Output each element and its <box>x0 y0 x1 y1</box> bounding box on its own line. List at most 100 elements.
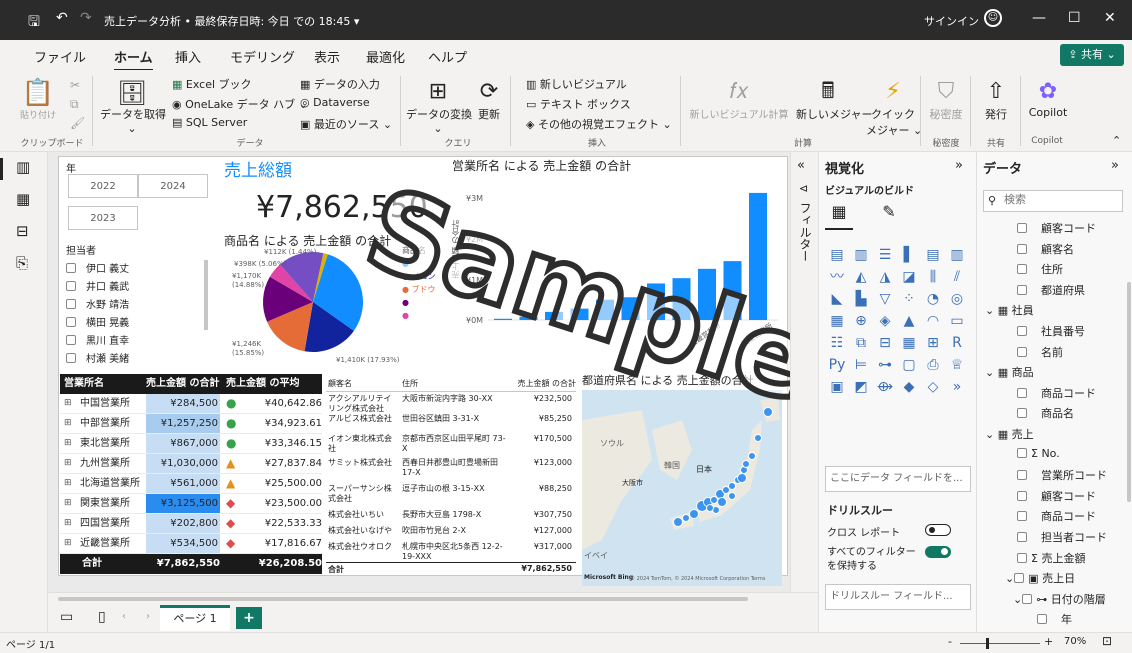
legend-item[interactable]: ● <box>402 296 436 309</box>
slicer-option[interactable]: 村瀬 美緒 <box>66 350 129 365</box>
bar-chart[interactable] <box>488 186 780 324</box>
checkbox[interactable] <box>66 263 76 273</box>
account-icon[interactable]: ☺ <box>984 9 1002 27</box>
bar[interactable] <box>698 268 716 320</box>
map-bubble[interactable] <box>748 452 756 460</box>
search-input[interactable] <box>1004 193 1118 206</box>
scrollbar[interactable] <box>204 260 208 330</box>
cross-report-toggle[interactable] <box>925 524 951 536</box>
expand-icon[interactable]: ⊞ <box>64 414 72 433</box>
filters-pane-collapsed[interactable]: « ⊲ フィルター <box>790 152 818 592</box>
maximize-button[interactable]: ☐ <box>1068 10 1081 26</box>
checkbox[interactable] <box>1017 243 1027 254</box>
expand-chevron-icon[interactable]: ⌄ <box>1013 593 1022 606</box>
azure-map-icon[interactable]: ▲ <box>897 310 921 332</box>
checkbox[interactable] <box>1017 408 1027 419</box>
slicer-tile[interactable]: 2023 <box>68 206 138 230</box>
checkbox[interactable] <box>66 317 76 327</box>
field-node[interactable]: 商品名 <box>1017 405 1074 421</box>
office-table[interactable]: 営業所名 売上金額 の合計 売上金額 の平均 ⊞ 中国営業所 ¥284,500 ● ¥4… <box>60 374 322 574</box>
r-visual-icon[interactable]: R <box>945 332 969 354</box>
checkbox[interactable] <box>1017 470 1027 481</box>
multirow-card-icon[interactable]: ☷ <box>825 332 849 354</box>
prev-page-icon[interactable]: ‹ <box>122 611 126 622</box>
table-row[interactable]: ⊞ 関東営業所 ¥3,125,500 ◆ ¥23,500.00 <box>60 494 322 514</box>
bar[interactable] <box>723 261 742 320</box>
undo-icon[interactable]: ↶ <box>56 10 68 26</box>
expand-icon[interactable]: ⊞ <box>64 494 72 513</box>
page-tab[interactable]: ページ 1 <box>160 605 230 631</box>
year-slicer[interactable]: 年 2022 2024 2023 <box>64 160 212 240</box>
column-header[interactable]: 売上金額 の合計 <box>146 374 219 393</box>
menu-optimize[interactable]: 最適化 <box>366 47 405 66</box>
table-row[interactable]: ⊞ 九州営業所 ¥1,030,000 ▲ ¥27,837.84 <box>60 454 322 474</box>
expand-icon[interactable]: ⊞ <box>64 474 72 493</box>
expand-icon[interactable]: ⊞ <box>64 394 72 413</box>
checkbox[interactable] <box>1017 387 1027 398</box>
share-button[interactable]: ⇪ 共有 ⌄ <box>1060 44 1124 66</box>
field-node[interactable]: 都道府県 <box>1017 282 1085 298</box>
column-header[interactable]: 住所 <box>402 378 418 389</box>
map-bubble[interactable] <box>689 509 699 519</box>
table-row[interactable]: ⊞ 北海道営業所 ¥561,000 ▲ ¥25,500.00 <box>60 474 322 494</box>
field-node[interactable]: Σ No. <box>1017 447 1060 460</box>
checkbox[interactable] <box>1017 346 1027 357</box>
field-node[interactable]: ⌄ ⊶ 日付の階層 <box>1013 591 1106 607</box>
map-bubble[interactable] <box>763 407 773 417</box>
signin-link[interactable]: サインイン <box>924 13 979 29</box>
bar[interactable] <box>596 299 614 320</box>
expand-chevron-icon[interactable]: ⌄ <box>985 304 998 317</box>
checkbox[interactable] <box>1037 614 1047 625</box>
format-visual-tab[interactable]: ✎ <box>875 202 903 230</box>
scrollbar[interactable] <box>1127 282 1131 502</box>
expand-icon[interactable]: ⊞ <box>64 534 72 553</box>
data-well-input[interactable]: ここにデータ フィールドを... <box>825 466 971 492</box>
checkbox[interactable] <box>1017 532 1027 542</box>
field-node[interactable]: 顧客コード <box>1017 220 1096 236</box>
legend-item[interactable]: ● メロン <box>402 270 436 283</box>
checkbox[interactable] <box>66 353 76 363</box>
expand-icon[interactable]: ⊞ <box>64 454 72 473</box>
checkbox[interactable] <box>66 335 76 345</box>
table-row[interactable]: アルビス株式会社 世田谷区鎮田 3-31-X ¥85,250 <box>326 414 576 434</box>
stacked-bar-icon[interactable]: ▤ <box>825 244 849 266</box>
chevron-right-icon[interactable]: » <box>955 158 963 173</box>
card-icon[interactable]: ▭ <box>945 310 969 332</box>
format-painter-icon[interactable]: 🖌 <box>70 116 85 130</box>
more-visuals-icon[interactable]: » <box>945 376 969 398</box>
zoom-slider-thumb[interactable] <box>986 638 989 649</box>
table-row[interactable]: ⊞ 四国営業所 ¥202,800 ◆ ¥22,533.33 <box>60 514 322 534</box>
checkbox[interactable] <box>1017 223 1027 233</box>
onelake-button[interactable]: ◉ OneLake データ ハブ ⌄ <box>172 96 308 112</box>
table-row[interactable]: アクシアルリテイリング株式会社 大阪市新淀内字路 30-XX ¥232,500 <box>326 394 576 414</box>
column-header[interactable]: 売上金額 の平均 <box>226 374 299 393</box>
checkbox[interactable] <box>1017 552 1027 563</box>
field-node[interactable]: 商品コード <box>1017 508 1096 524</box>
menu-home[interactable]: ホーム <box>114 47 153 71</box>
save-icon[interactable]: 🖫 <box>28 11 40 35</box>
checkbox[interactable] <box>1017 264 1027 275</box>
map-icon[interactable]: ⊕ <box>849 310 873 332</box>
python-visual-icon[interactable]: Py <box>825 354 849 376</box>
chevron-left-icon[interactable]: « <box>797 158 805 173</box>
paginated-icon[interactable]: ▣ <box>825 376 849 398</box>
field-node[interactable]: 顧客コード <box>1017 488 1096 504</box>
desktop-layout-icon[interactable]: ▭ <box>60 609 73 625</box>
area-100-icon[interactable]: ◪ <box>897 266 921 288</box>
checkbox[interactable] <box>1017 284 1027 295</box>
minimize-button[interactable]: — <box>1032 10 1046 26</box>
checkbox[interactable] <box>1022 593 1033 604</box>
map-bubble[interactable] <box>737 473 747 483</box>
scatter-icon[interactable]: ⁘ <box>897 288 921 310</box>
column-header[interactable]: 売上金額 の合計 <box>510 378 576 389</box>
funnel-icon[interactable]: ▽ <box>873 288 897 310</box>
checkbox[interactable] <box>1017 326 1027 336</box>
copilot-button[interactable]: ✿ Copilot <box>1026 78 1070 119</box>
stacked-column-icon[interactable]: ▥ <box>849 244 873 266</box>
field-node[interactable]: 営業所コード <box>1017 467 1107 483</box>
model-view-icon[interactable]: ⊟ <box>16 222 29 240</box>
field-node[interactable]: ⌄ ▣ 売上日 <box>1005 570 1075 586</box>
refresh-button[interactable]: ⟳ 更新 <box>476 78 502 122</box>
chevron-right-icon[interactable]: » <box>1111 158 1119 173</box>
transform-data-button[interactable]: ⊞ データの変換 ⌄ <box>406 78 472 135</box>
